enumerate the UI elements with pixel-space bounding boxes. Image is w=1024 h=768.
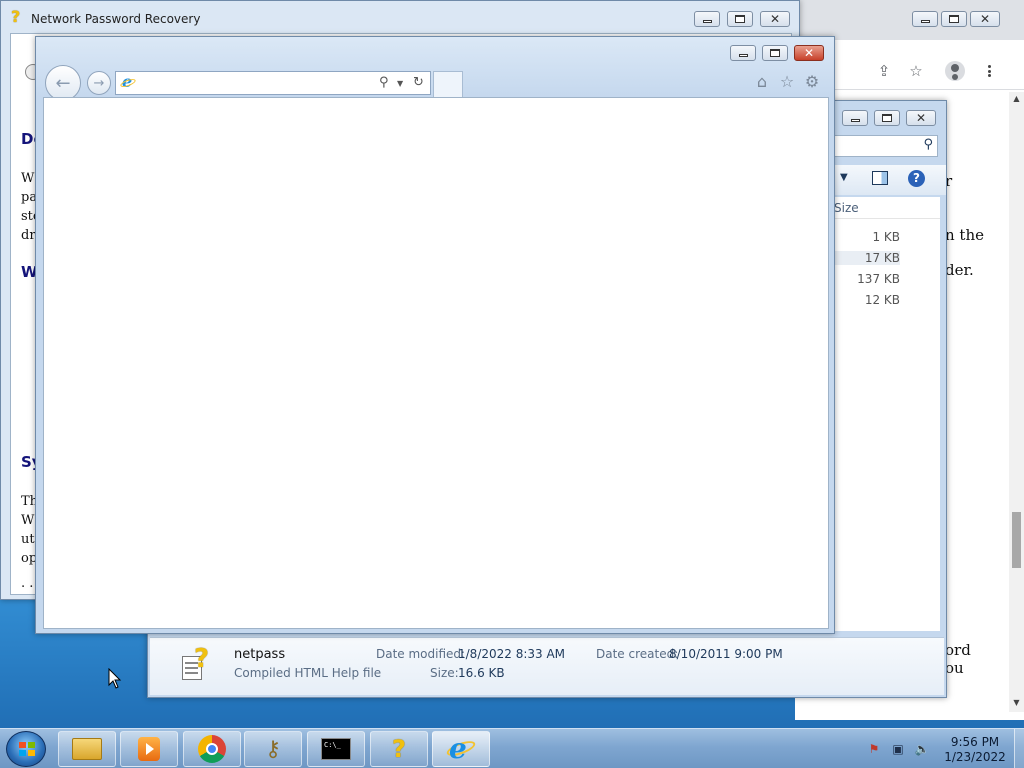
help-paragraph-line: W <box>21 171 35 186</box>
command-prompt-icon: C:\_ <box>321 738 351 760</box>
search-icon[interactable]: ⚲ <box>379 75 389 90</box>
mouse-cursor-icon <box>108 668 122 689</box>
help-maximize-button[interactable] <box>727 11 753 27</box>
page-text-fragment: n the <box>945 226 984 244</box>
page-text-fragment: ou <box>945 659 964 677</box>
search-dropdown-icon[interactable]: ▼ <box>397 79 403 88</box>
back-button[interactable]: ← <box>45 65 81 101</box>
page-text-fragment: der. <box>945 261 974 279</box>
forward-arrow-icon: → <box>93 75 105 91</box>
taskbar-cmd-button[interactable]: C:\_ <box>307 731 365 767</box>
chrome-minimize-button[interactable] <box>912 11 938 27</box>
taskbar-keys-app-button[interactable]: ⚷ <box>244 731 302 767</box>
show-desktop-button[interactable] <box>1014 729 1024 768</box>
network-icon[interactable]: ▣ <box>890 741 906 757</box>
help-paragraph-line: W <box>21 513 35 528</box>
taskbar-ie-button[interactable]: e <box>432 731 490 767</box>
chrome-titlebar: ✕ <box>795 0 1024 40</box>
explorer-close-button[interactable]: ✕ <box>906 110 936 126</box>
favorites-star-icon[interactable]: ☆ <box>777 71 797 91</box>
explorer-minimize-button[interactable] <box>842 110 868 126</box>
media-player-icon <box>138 737 160 761</box>
chrome-maximize-button[interactable] <box>941 11 967 27</box>
page-text-fragment: ord <box>945 641 971 659</box>
action-center-flag-icon[interactable]: ⚑ <box>866 741 882 757</box>
ie-page-icon: e <box>119 72 137 91</box>
taskbar: ⚷ C:\_ ? e ⚑ ▣ 🔈 9:56 PM 1/23/2022 <box>0 728 1024 768</box>
date-created-value: 8/10/2011 9:00 PM <box>669 647 783 661</box>
folder-icon <box>72 738 102 760</box>
view-dropdown-icon[interactable]: ▼ <box>840 172 848 183</box>
help-minimize-button[interactable] <box>694 11 720 27</box>
ie-page-content[interactable] <box>43 97 829 629</box>
scroll-down-icon[interactable]: ▼ <box>1012 698 1021 707</box>
chm-file-icon: ? <box>180 644 214 684</box>
settings-gear-icon[interactable]: ⚙ <box>802 71 822 91</box>
explorer-file-list: Size 1 KB 17 KB 137 KB 12 KB <box>820 197 940 631</box>
new-tab-button[interactable] <box>433 71 463 97</box>
taskbar-chrome-button[interactable] <box>183 731 241 767</box>
explorer-search-box[interactable]: ⚲ <box>828 135 938 157</box>
start-button[interactable] <box>6 731 46 767</box>
help-paragraph-line: . . <box>21 576 34 591</box>
explorer-details-pane: ? netpass Compiled HTML Help file Date m… <box>150 637 944 695</box>
search-icon: ⚲ <box>923 137 933 152</box>
column-header-size[interactable]: Size <box>834 197 940 219</box>
explorer-command-bar: ▼ ? <box>828 165 946 195</box>
ie-minimize-button[interactable] <box>730 45 756 61</box>
internet-explorer-icon: e <box>445 732 477 765</box>
ie-maximize-button[interactable] <box>762 45 788 61</box>
chrome-scroll-thumb[interactable] <box>1012 512 1021 568</box>
taskbar-media-player-button[interactable] <box>120 731 178 767</box>
refresh-icon[interactable]: ↻ <box>413 75 424 90</box>
clock-date: 1/23/2022 <box>944 750 1006 764</box>
taskbar-explorer-button[interactable] <box>58 731 116 767</box>
help-file-icon: ? <box>392 735 406 763</box>
date-modified-label: Date modified: <box>376 647 466 661</box>
keys-icon: ⚷ <box>264 736 282 762</box>
file-type: Compiled HTML Help file <box>234 666 382 680</box>
chrome-close-button[interactable]: ✕ <box>970 11 1000 27</box>
back-arrow-icon: ← <box>55 72 71 94</box>
preview-pane-icon[interactable] <box>872 171 888 185</box>
explorer-maximize-button[interactable] <box>874 110 900 126</box>
help-close-button[interactable]: ✕ <box>760 11 790 27</box>
ie-close-button[interactable]: ✕ <box>794 45 824 61</box>
chrome-menu-icon[interactable] <box>983 62 995 80</box>
profile-avatar-icon[interactable] <box>945 61 965 81</box>
bookmark-star-icon[interactable]: ☆ <box>907 62 925 80</box>
help-app-icon: ? <box>11 7 21 26</box>
clock-time: 9:56 PM <box>950 735 1000 749</box>
size-label: Size: <box>430 666 459 680</box>
date-modified-value: 1/8/2022 8:33 AM <box>458 647 566 661</box>
home-icon[interactable]: ⌂ <box>752 71 772 91</box>
system-clock[interactable]: 9:56 PM 1/23/2022 <box>940 735 1010 765</box>
share-icon[interactable]: ⇪ <box>875 62 893 80</box>
help-icon[interactable]: ? <box>908 170 925 187</box>
help-window-title: Network Password Recovery <box>31 12 201 26</box>
size-value: 16.6 KB <box>458 666 505 680</box>
chrome-scrollbar[interactable]: ▲ ▼ <box>1009 92 1024 712</box>
address-input[interactable] <box>138 74 368 92</box>
scroll-up-icon[interactable]: ▲ <box>1012 94 1021 103</box>
forward-button[interactable]: → <box>87 71 111 95</box>
volume-icon[interactable]: 🔈 <box>914 741 930 757</box>
date-created-label: Date created: <box>596 647 679 661</box>
taskbar-help-button[interactable]: ? <box>370 731 428 767</box>
file-name: netpass <box>234 647 286 662</box>
address-bar[interactable]: e ⚲ ▼ ↻ <box>115 71 431 95</box>
ie-window: ✕ ← → e ⚲ ▼ ↻ ⌂ ☆ ⚙ <box>35 36 835 634</box>
chrome-icon <box>198 735 226 763</box>
